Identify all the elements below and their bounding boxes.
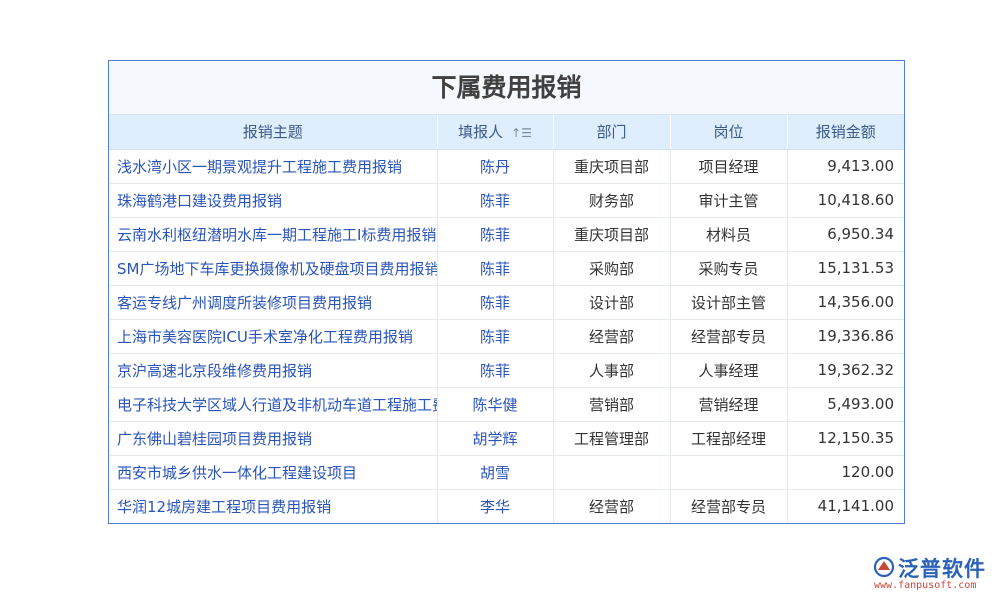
cell-person[interactable]: 陈菲 (437, 251, 554, 286)
brand-logo: 泛普软件 www.fanpusoft.com (872, 553, 994, 593)
cell-person[interactable]: 陈华健 (437, 387, 554, 422)
cell-subject[interactable]: 客运专线广州调度所装修项目费用报销 (109, 285, 438, 320)
cell-dept: 人事部 (553, 353, 671, 388)
cell-amount: 12,150.35 (787, 421, 904, 456)
cell-subject[interactable]: 浅水湾小区一期景观提升工程施工费用报销 (109, 149, 438, 184)
cell-person[interactable]: 胡雪 (437, 455, 554, 490)
cell-dept: 财务部 (553, 183, 671, 218)
cell-position: 采购专员 (670, 251, 788, 286)
cell-amount: 19,362.32 (787, 353, 904, 388)
cell-person[interactable]: 陈菲 (437, 285, 554, 320)
table-row[interactable]: 西安市城乡供水一体化工程建设项目 胡雪 120.00 (109, 455, 904, 490)
cell-subject[interactable]: SM广场地下车库更换摄像机及硬盘项目费用报销 (109, 251, 438, 286)
column-header-subject[interactable]: 报销主题 (109, 115, 438, 150)
table-row[interactable]: SM广场地下车库更换摄像机及硬盘项目费用报销 陈菲 采购部 采购专员 15,13… (109, 251, 904, 286)
table-row[interactable]: 客运专线广州调度所装修项目费用报销 陈菲 设计部 设计部主管 14,356.00 (109, 285, 904, 320)
fanpu-logo-icon (873, 556, 895, 578)
cell-subject[interactable]: 华润12城房建工程项目费用报销 (109, 489, 438, 523)
expense-panel: 下属费用报销 报销主题 填报人 ↑☰ 部门 岗位 报销金额 浅水湾小区一期景观提升… (108, 60, 905, 524)
cell-person[interactable]: 胡学辉 (437, 421, 554, 456)
cell-dept (553, 455, 671, 490)
sort-ascending-icon[interactable]: ↑☰ (511, 126, 532, 140)
table-row[interactable]: 电子科技大学区域人行道及非机动车道工程施工费用报销 陈华健 营销部 营销经理 5… (109, 387, 904, 422)
cell-amount: 14,356.00 (787, 285, 904, 320)
cell-position: 营销经理 (670, 387, 788, 422)
cell-position: 经营部专员 (670, 319, 788, 354)
cell-subject[interactable]: 上海市美容医院ICU手术室净化工程费用报销 (109, 319, 438, 354)
table-row[interactable]: 云南水利枢纽潜明水库一期工程施工Ⅰ标费用报销 陈菲 重庆项目部 材料员 6,95… (109, 217, 904, 252)
cell-person[interactable]: 陈菲 (437, 353, 554, 388)
brand-url: www.fanpusoft.com (874, 580, 977, 591)
cell-position: 审计主管 (670, 183, 788, 218)
cell-amount: 6,950.34 (787, 217, 904, 252)
cell-position: 设计部主管 (670, 285, 788, 320)
cell-position: 项目经理 (670, 149, 788, 184)
cell-position (670, 455, 788, 490)
cell-dept: 经营部 (553, 489, 671, 523)
cell-subject[interactable]: 电子科技大学区域人行道及非机动车道工程施工费用报销 (109, 387, 438, 422)
table-row[interactable]: 上海市美容医院ICU手术室净化工程费用报销 陈菲 经营部 经营部专员 19,33… (109, 319, 904, 354)
cell-subject[interactable]: 云南水利枢纽潜明水库一期工程施工Ⅰ标费用报销 (109, 217, 438, 252)
cell-amount: 19,336.86 (787, 319, 904, 354)
column-header-dept[interactable]: 部门 (553, 115, 671, 150)
table-row[interactable]: 广东佛山碧桂园项目费用报销 胡学辉 工程管理部 工程部经理 12,150.35 (109, 421, 904, 456)
table-row[interactable]: 浅水湾小区一期景观提升工程施工费用报销 陈丹 重庆项目部 项目经理 9,413.… (109, 149, 904, 184)
cell-dept: 设计部 (553, 285, 671, 320)
table-header-row: 报销主题 填报人 ↑☰ 部门 岗位 报销金额 (109, 115, 904, 150)
cell-person[interactable]: 陈丹 (437, 149, 554, 184)
column-header-person[interactable]: 填报人 ↑☰ (437, 115, 554, 150)
expense-table: 报销主题 填报人 ↑☰ 部门 岗位 报销金额 浅水湾小区一期景观提升工程施工费用报… (109, 115, 904, 523)
cell-amount: 15,131.53 (787, 251, 904, 286)
cell-amount: 120.00 (787, 455, 904, 490)
cell-amount: 10,418.60 (787, 183, 904, 218)
brand-name: 泛普软件 (898, 557, 986, 581)
cell-position: 工程部经理 (670, 421, 788, 456)
cell-position: 人事经理 (670, 353, 788, 388)
cell-subject[interactable]: 珠海鹤港口建设费用报销 (109, 183, 438, 218)
cell-position: 经营部专员 (670, 489, 788, 523)
table-row[interactable]: 京沪高速北京段维修费用报销 陈菲 人事部 人事经理 19,362.32 (109, 353, 904, 388)
cell-dept: 经营部 (553, 319, 671, 354)
cell-person[interactable]: 陈菲 (437, 217, 554, 252)
cell-amount: 41,141.00 (817, 497, 894, 516)
cell-amount: 5,493.00 (787, 387, 904, 422)
column-header-position[interactable]: 岗位 (670, 115, 788, 150)
cell-dept: 营销部 (553, 387, 671, 422)
cell-person[interactable]: 陈菲 (437, 319, 554, 354)
page-title: 下属费用报销 (109, 61, 904, 115)
table-row[interactable]: 华润12城房建工程项目费用报销 李华 经营部 经营部专员 41,141.00 (109, 489, 904, 523)
cell-dept: 采购部 (553, 251, 671, 286)
cell-dept: 工程管理部 (553, 421, 671, 456)
cell-subject[interactable]: 京沪高速北京段维修费用报销 (109, 353, 438, 388)
cell-amount: 9,413.00 (787, 149, 904, 184)
cell-dept: 重庆项目部 (553, 217, 671, 252)
table-row[interactable]: 珠海鹤港口建设费用报销 陈菲 财务部 审计主管 10,418.60 (109, 183, 904, 218)
cell-dept: 重庆项目部 (553, 149, 671, 184)
cell-subject[interactable]: 广东佛山碧桂园项目费用报销 (109, 421, 438, 456)
cell-position: 材料员 (670, 217, 788, 252)
column-header-amount[interactable]: 报销金额 (787, 115, 904, 150)
cell-person[interactable]: 李华 (437, 489, 554, 523)
cell-subject[interactable]: 西安市城乡供水一体化工程建设项目 (109, 455, 438, 490)
cell-person[interactable]: 陈菲 (437, 183, 554, 218)
